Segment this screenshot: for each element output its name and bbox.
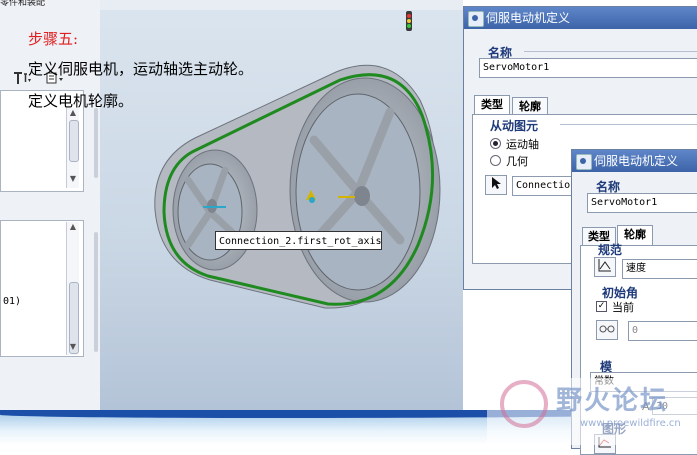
app-title: 零件和装配 (0, 0, 46, 6)
select-arrow-button[interactable] (485, 175, 507, 195)
tree-scroll-thumb[interactable] (69, 120, 79, 162)
step-title: 步骤五: (28, 30, 79, 48)
spec-button[interactable] (594, 257, 616, 277)
initial-angle-input[interactable]: 0 (628, 321, 697, 341)
cursor-arrow-icon (492, 177, 501, 189)
watermark-url: www.proewildfire.cn (580, 418, 681, 429)
watermark-text: 野火论坛 (556, 386, 669, 416)
tab-profile-2[interactable]: 轮廓 (617, 225, 653, 245)
dialog2-title: 伺服电动机定义 (594, 154, 679, 168)
panel-splitter-top[interactable] (94, 108, 98, 178)
forum-logo (500, 380, 548, 428)
tree-scrollbar[interactable]: ▲ ▼ (66, 108, 79, 188)
motor-dialog-icon (576, 154, 592, 170)
scroll-down-icon[interactable]: ▼ (67, 342, 79, 351)
current-checkbox[interactable]: ✓ (596, 301, 607, 312)
panel-splitter-bottom[interactable] (94, 232, 98, 352)
geometry-radio[interactable] (490, 155, 501, 166)
dialog2-title-bar: 伺服电动机定义 (572, 150, 697, 172)
spec-select[interactable]: 速度 (622, 259, 697, 279)
current-label: 当前 (612, 301, 634, 314)
dialog-title-bar: 伺服电动机定义 (464, 7, 697, 29)
scroll-up-icon[interactable]: ▲ (67, 222, 79, 231)
graphics-toolbar-strip (100, 0, 463, 10)
motor-dialog-icon (468, 11, 484, 27)
speed-graph-icon (598, 259, 611, 272)
group-divider (524, 51, 697, 52)
motion-axis-radio[interactable] (490, 138, 501, 149)
name-input[interactable]: ServoMotor1 (479, 58, 697, 78)
tab-profile[interactable]: 轮廓 (512, 97, 548, 115)
geometry-label: 几何 (506, 155, 528, 168)
step-instruction-1: 定义伺服电机，运动轴选主动轮。 (28, 60, 254, 78)
tab-type[interactable]: 类型 (474, 95, 510, 115)
dialog-title: 伺服电动机定义 (486, 11, 571, 25)
list-scrollbar[interactable]: ▲ ▼ (66, 222, 79, 355)
glasses-button[interactable] (596, 320, 618, 340)
list-item-text: 01) (3, 296, 22, 307)
axis-tooltip: Connection_2.first_rot_axis (215, 231, 382, 250)
step-instruction-2: 定义电机轮廓。 (28, 92, 134, 110)
driven-entity-label: 从动图元 (490, 119, 539, 133)
scroll-down-icon[interactable]: ▼ (67, 174, 79, 183)
motion-axis-label: 运动轴 (506, 138, 539, 151)
glasses-icon (599, 325, 615, 333)
name-input-2[interactable]: ServoMotor1 (587, 193, 697, 213)
group-divider (560, 124, 697, 125)
belt-drive-model[interactable] (100, 40, 463, 330)
spec-label: 规范 (598, 243, 623, 257)
traffic-light-icon[interactable] (403, 10, 415, 32)
